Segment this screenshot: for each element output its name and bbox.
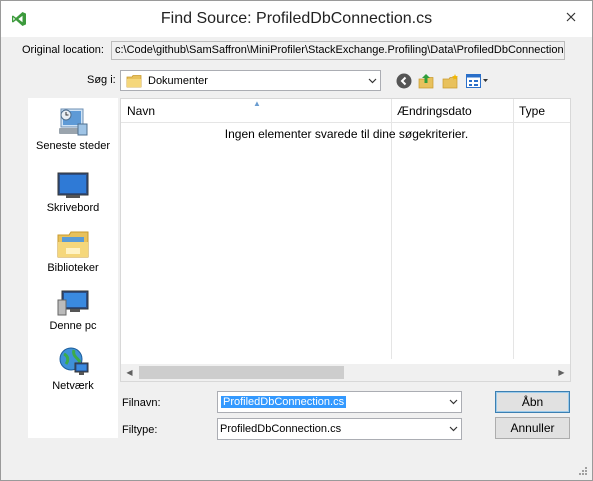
place-libraries[interactable]: Biblioteker (28, 228, 118, 274)
folder-icon (126, 74, 142, 87)
place-label: Denne pc (49, 320, 97, 332)
up-folder-icon (418, 74, 434, 89)
horizontal-scrollbar[interactable]: ◀ ▶ (121, 364, 570, 381)
filename-combobox[interactable]: ProfiledDbConnection.cs (217, 391, 462, 413)
place-label: Biblioteker (47, 262, 99, 274)
empty-list-message: Ingen elementer svarede til dine søgekri… (224, 127, 469, 141)
place-this-pc[interactable]: Denne pc (28, 288, 118, 332)
resize-grip-icon[interactable] (578, 466, 588, 476)
column-header-type[interactable]: Type (513, 99, 570, 123)
new-folder-button[interactable] (441, 72, 459, 90)
place-network[interactable]: Netværk (28, 346, 118, 392)
find-source-dialog: Find Source: ProfiledDbConnection.cs Ori… (0, 0, 593, 481)
filetype-value: ProfiledDbConnection.cs (220, 423, 342, 435)
view-menu-button[interactable] (465, 72, 491, 90)
close-icon (566, 12, 576, 22)
look-in-value: Dokumenter (148, 74, 208, 87)
back-arrow-icon (396, 73, 412, 89)
title-bar: Find Source: ProfiledDbConnection.cs (1, 1, 592, 37)
scroll-right-icon[interactable]: ▶ (553, 364, 570, 381)
filename-label: Filnavn: (122, 397, 161, 409)
chevron-down-icon[interactable] (445, 393, 461, 412)
window-title: Find Source: ProfiledDbConnection.cs (160, 10, 433, 27)
original-location-field[interactable]: c:\Code\github\SamSaffron\MiniProfiler\S… (111, 41, 565, 60)
up-folder-button[interactable] (417, 72, 435, 90)
place-label: Skrivebord (46, 202, 100, 214)
view-options-icon (466, 74, 488, 88)
network-icon (59, 347, 89, 375)
place-label: Seneste steder (36, 140, 110, 152)
desktop-icon (57, 172, 89, 198)
place-desktop[interactable]: Skrivebord (28, 170, 118, 214)
look-in-dropdown[interactable]: Dokumenter (120, 70, 381, 91)
scrollbar-thumb[interactable] (139, 366, 344, 379)
libraries-icon (57, 231, 89, 258)
chevron-down-icon (364, 71, 380, 90)
filetype-dropdown[interactable]: ProfiledDbConnection.cs (217, 418, 462, 440)
original-location-label: Original location: (22, 44, 104, 56)
column-header-name[interactable]: Navn (121, 99, 391, 123)
list-header: ▲ Navn Ændringsdato Type (121, 99, 570, 123)
chevron-down-icon (445, 420, 461, 439)
cancel-button[interactable]: Annuller (495, 417, 570, 439)
column-header-date[interactable]: Ændringsdato (391, 99, 517, 123)
place-recent-places[interactable]: Seneste steder (28, 106, 118, 152)
this-pc-icon (57, 290, 89, 316)
back-button[interactable] (395, 72, 413, 90)
recent-places-icon (59, 108, 88, 136)
close-button[interactable] (558, 7, 584, 27)
scroll-left-icon[interactable]: ◀ (121, 364, 138, 381)
place-label: Netværk (52, 380, 94, 392)
filename-input[interactable]: ProfiledDbConnection.cs (221, 396, 347, 408)
file-list[interactable]: ▲ Navn Ændringsdato Type Ingen elementer… (120, 98, 571, 382)
filetype-label: Filtype: (122, 424, 158, 436)
places-bar: Seneste steder Skrivebord Biblioteker De… (28, 98, 118, 438)
look-in-label: Søg i: (87, 74, 116, 86)
new-folder-icon (442, 74, 458, 89)
open-button[interactable]: Åbn (495, 391, 570, 413)
